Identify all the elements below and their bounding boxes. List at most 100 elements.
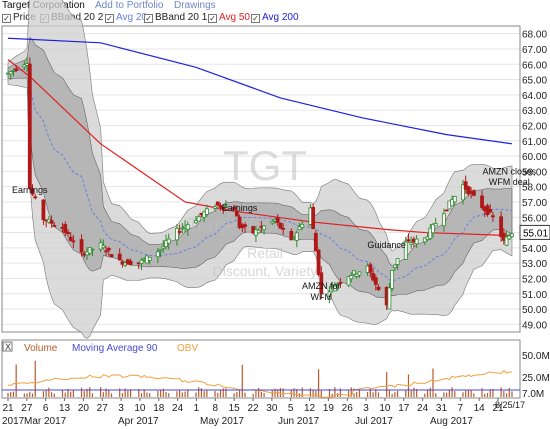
candle-body [316,249,321,275]
x-tick-label: 22 [247,403,259,414]
x-tick-label: 15 [229,403,241,414]
candle-body [185,224,190,230]
annotation-label: AMZN for [302,281,341,291]
candle-body [357,271,362,276]
candle-body [158,249,163,252]
candle-body [433,223,438,227]
candle-body [278,222,283,229]
x-tick-label: 24 [172,403,184,414]
candle-body [395,258,400,265]
candle-body [104,250,108,253]
candle-body [215,201,220,206]
candle-body [471,190,476,196]
candle-body [66,231,70,234]
x-tick-label: 12 [304,403,316,414]
y-tick-label: 58.00 [522,183,547,194]
obv-label: OBV [177,343,198,354]
candle-body [8,71,13,75]
x-tick-label: 3 [363,403,369,414]
candle-body [117,253,122,261]
y-tick-label: 62.00 [522,121,547,132]
candle-body [14,68,19,71]
x-tick-label: 17 [398,403,410,414]
x-tick-label: 7 [458,403,464,414]
watermark-symbol: TGT [223,142,307,189]
y-tick-label: 54.00 [522,244,547,255]
y-tick-label: 59.00 [522,167,547,178]
candle-body [281,227,286,230]
candle-body [392,264,397,268]
watermark-sector: Retail [247,245,283,261]
candle-body [480,195,484,209]
x-tick-label: 21 [2,403,14,414]
x-tick-label: 31 [436,403,448,414]
x-tick-label: 18 [153,403,165,414]
x-month-label: Jun 2017 [278,416,320,427]
x-tick-label: 20 [78,403,90,414]
volume-tick-label: 25.0M [522,373,550,384]
x-tick-label: 26 [342,403,354,414]
x-tick-label: 10 [379,403,391,414]
moving-average-label: Moving Average 90 [72,343,158,354]
candle-body [300,223,305,228]
candle-body [491,215,495,218]
volume-panel: X Volume Moving Average 90 OBV 50.0M 25.0M 7.0… [1,339,550,400]
candle-body [147,256,152,261]
y-tick-label: 60.00 [522,152,547,163]
x-tick-label: 19 [323,403,335,414]
y-tick-label: 53.00 [522,259,547,270]
candle-body [52,225,57,227]
x-month-label: Aug 2017 [430,416,473,427]
candle-body [294,232,299,241]
candle-body [71,240,76,243]
candle-body [262,225,266,231]
candle-body [488,208,493,213]
x-tick-label: 27 [97,403,109,414]
annotation-label: WFM [311,292,333,302]
candle-body [90,248,95,251]
candle-body [155,251,160,258]
x-tick-label: 8 [213,403,219,414]
candle-body [63,224,68,234]
candle-body [444,209,449,212]
x-tick-label: 24 [417,403,429,414]
candle-body [196,216,201,222]
candle-body [441,213,446,227]
candle-body [313,232,318,252]
candle-body [368,264,373,273]
candle-body [387,287,392,310]
watermark-industry: Discount, Variety [213,263,318,279]
candle-body [406,239,411,242]
y-tick-label: 61.00 [522,137,547,148]
x-month-label: Mar 2017 [24,416,67,427]
candle-body [510,233,514,238]
candle-body [109,254,114,258]
candle-body [68,236,73,241]
candle-body [352,270,356,275]
x-tick-label: 10 [134,403,146,414]
candle-body [452,196,457,203]
annotation-label: Earnings [12,185,48,195]
y-tick-label: 65.00 [522,76,547,87]
candle-body [175,227,179,241]
last-date-label: 8/25/17 [495,400,525,410]
date-axis: 21 27 6 13 20 27 3 10 18 24 1 8 15 22 30 5 12 19 26 3 10 17 24… [2,398,525,427]
x-tick-label: 14 [474,403,486,414]
candle-body [243,224,247,227]
x-month-label: May 2017 [200,416,244,427]
y-tick-label: 66.00 [522,60,547,71]
candle-body [349,275,354,280]
candle-body [390,270,395,289]
chart-svg: TGT Target Corporation Retail Discount, … [1,0,550,427]
y-tick-label: 52.00 [522,274,547,285]
candle-body [409,242,414,245]
y-tick-label: 68.00 [522,30,547,41]
candle-body [49,220,54,224]
x-tick-label: 30 [266,403,278,414]
candle-body [166,238,171,244]
candle-body [213,206,217,209]
candle-body [79,239,84,253]
candle-body [311,207,316,230]
candle-body [204,208,209,215]
candle-body [41,199,46,221]
